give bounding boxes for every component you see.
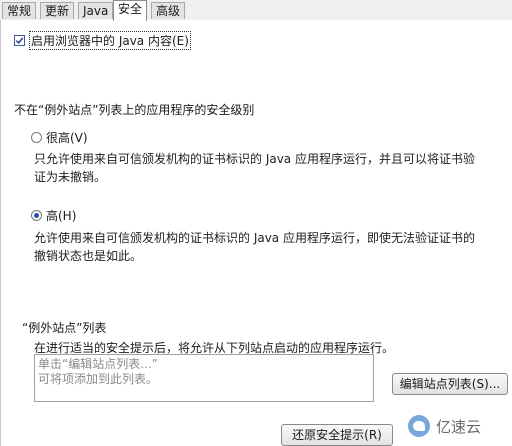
enable-java-row[interactable]: 启用浏览器中的 Java 内容(E): [14, 31, 191, 50]
high-radio[interactable]: [31, 210, 42, 221]
cloud-logo-icon: [408, 415, 430, 437]
very-high-radio[interactable]: [31, 132, 42, 143]
exception-sites-title: “例外站点”列表: [22, 321, 107, 335]
tab-advanced[interactable]: 高级: [151, 2, 186, 19]
high-desc-line2: 撤销状态也是如此。: [34, 249, 143, 263]
tab-security[interactable]: 安全: [113, 0, 148, 21]
edit-site-list-button[interactable]: 编辑站点列表(S)...: [392, 373, 508, 395]
security-level-title: 不在“例外站点”列表上的应用程序的安全级别: [14, 103, 255, 117]
watermark-text: 亿速云: [436, 417, 482, 436]
high-description: 允许使用来自可信颁发机构的证书标识的 Java 应用程序运行，即使无法验证证书的…: [34, 229, 504, 265]
tab-general[interactable]: 常规: [2, 2, 37, 19]
restore-security-prompts-button[interactable]: 还原安全提示(R): [281, 424, 393, 446]
list-placeholder-line2: 可将项添加到此列表。: [38, 372, 159, 386]
very-high-description: 只允许使用来自可信颁发机构的证书标识的 Java 应用程序运行，并且可以将证书验…: [34, 150, 504, 186]
very-high-desc-line1: 只允许使用来自可信颁发机构的证书标识的 Java 应用程序运行，并且可以将证书验: [34, 152, 475, 166]
checkmark-icon: [15, 37, 24, 44]
enable-java-label: 启用浏览器中的 Java 内容(E): [29, 31, 191, 50]
radio-selected-dot: [34, 213, 39, 218]
high-option[interactable]: 高(H): [31, 207, 76, 224]
list-placeholder-line1: 单击“编辑站点列表...”: [38, 357, 158, 371]
watermark: 亿速云: [408, 406, 512, 446]
very-high-label: 很高(V): [46, 131, 88, 145]
very-high-option[interactable]: 很高(V): [31, 129, 88, 146]
tab-update[interactable]: 更新: [40, 2, 75, 19]
tab-java[interactable]: Java: [78, 2, 114, 19]
exception-sites-list[interactable]: 单击“编辑站点列表...” 可将项添加到此列表。: [34, 354, 374, 402]
very-high-desc-line2: 证为未撤销。: [34, 170, 107, 184]
high-label: 高(H): [46, 209, 77, 223]
enable-java-checkbox[interactable]: [14, 35, 25, 46]
high-desc-line1: 允许使用来自可信颁发机构的证书标识的 Java 应用程序运行，即使无法验证证书的: [34, 231, 475, 245]
tab-bar: 常规 更新 Java 安全 高级: [0, 0, 512, 21]
